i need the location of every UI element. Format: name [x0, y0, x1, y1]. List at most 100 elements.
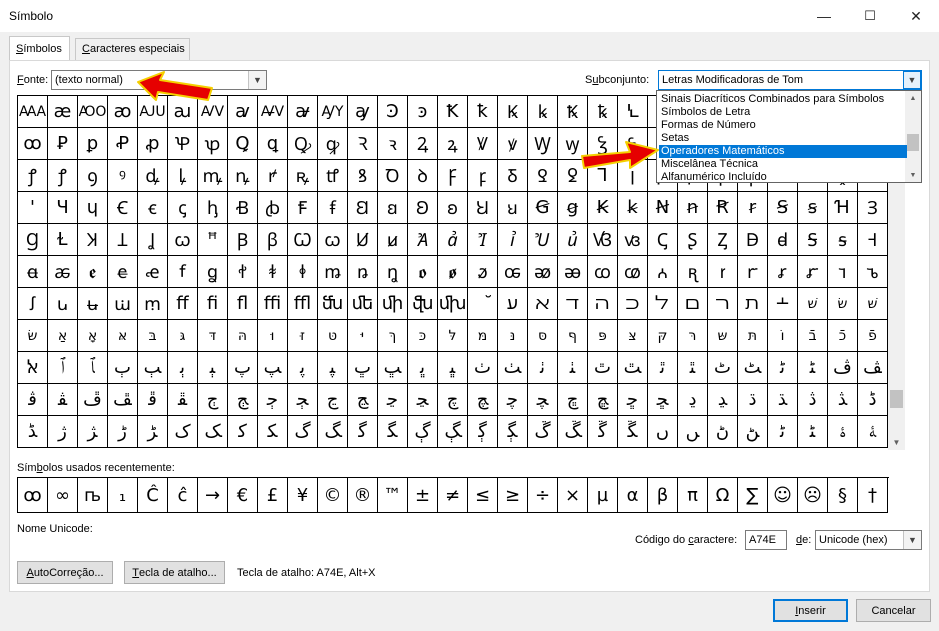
symbol-cell[interactable]: ꝷ: [318, 160, 348, 192]
symbol-cell[interactable]: Ꟃ: [588, 224, 618, 256]
symbol-cell[interactable]: ꝛ: [378, 128, 408, 160]
symbol-cell[interactable]: Ꞩ: [768, 192, 798, 224]
symbol-cell[interactable]: ﭒ: [108, 352, 138, 384]
symbol-cell[interactable]: ﭯ: [108, 384, 138, 416]
symbol-cell[interactable]: ﭚ: [348, 352, 378, 384]
symbol-cell[interactable]: ﮐ: [228, 416, 258, 448]
symbol-cell[interactable]: מּ: [468, 320, 498, 352]
symbol-cell[interactable]: צּ: [618, 320, 648, 352]
symbol-cell[interactable]: ﭦ: [708, 352, 738, 384]
symbol-cell[interactable]: ꞓ: [138, 192, 168, 224]
symbol-cell[interactable]: בֿ: [798, 320, 828, 352]
recent-symbol-cell[interactable]: π: [678, 478, 708, 513]
subset-option[interactable]: Operadores Matemáticos: [659, 145, 907, 158]
recent-symbol-cell[interactable]: £: [258, 478, 288, 513]
symbol-cell[interactable]: טּ: [318, 320, 348, 352]
symbol-cell[interactable]: פֿ: [858, 320, 888, 352]
symbol-cell[interactable]: גּ: [168, 320, 198, 352]
subset-option[interactable]: Setas: [659, 132, 907, 145]
symbol-cell[interactable]: Ꝿ: [528, 160, 558, 192]
symbol-cell[interactable]: ꟊ: [828, 224, 858, 256]
symbol-cell[interactable]: Ꞧ: [708, 192, 738, 224]
symbol-cell[interactable]: אַ: [48, 320, 78, 352]
symbol-cell[interactable]: ﭩ: [798, 352, 828, 384]
symbol-cell[interactable]: Ꞔ: [648, 224, 678, 256]
symbol-cell[interactable]: ﭡ: [558, 352, 588, 384]
symbol-cell[interactable]: ﭹ: [408, 384, 438, 416]
symbol-cell[interactable]: ꞷ: [168, 224, 198, 256]
symbol-cell[interactable]: ﬃ: [258, 288, 288, 320]
symbol-cell[interactable]: Ꞷ: [288, 224, 318, 256]
symbol-cell[interactable]: ﭬ: [18, 384, 48, 416]
symbol-cell[interactable]: ꞡ: [558, 192, 588, 224]
symbol-cell[interactable]: ꭄ: [618, 256, 648, 288]
symbol-cell[interactable]: ﬡ: [528, 288, 558, 320]
symbol-cell[interactable]: Ꝝ: [408, 128, 438, 160]
symbol-cell[interactable]: ꞥ: [678, 192, 708, 224]
recent-symbol-cell[interactable]: →: [198, 478, 228, 513]
symbol-cell[interactable]: ꞔ: [168, 192, 198, 224]
symbol-cell[interactable]: Ꜿ: [378, 96, 408, 128]
symbol-cell[interactable]: ꝸ: [348, 160, 378, 192]
symbol-cell[interactable]: ﮇ: [828, 384, 858, 416]
subset-option[interactable]: Formas de Número: [659, 119, 907, 132]
recent-symbol-cell[interactable]: ☹: [798, 478, 828, 513]
symbol-cell[interactable]: ﮚ: [528, 416, 558, 448]
symbol-cell[interactable]: ꝏ: [18, 128, 48, 160]
symbol-cell[interactable]: ꜺV: [258, 96, 288, 128]
symbol-cell[interactable]: ꞣ: [618, 192, 648, 224]
dropdown-scrollbar-thumb[interactable]: [907, 134, 919, 151]
recent-symbol-cell[interactable]: ±: [408, 478, 438, 513]
symbol-cell[interactable]: ꬶ: [198, 256, 228, 288]
symbol-cell[interactable]: ꝭ: [18, 160, 48, 192]
symbol-cell[interactable]: ﭢ: [588, 352, 618, 384]
symbol-cell[interactable]: ꟃ: [618, 224, 648, 256]
symbol-cell[interactable]: ꝱ: [138, 160, 168, 192]
recent-symbol-cell[interactable]: ÷: [528, 478, 558, 513]
symbol-cell[interactable]: ꬰ: [18, 256, 48, 288]
symbol-cell[interactable]: ꟸ: [198, 224, 228, 256]
symbol-cell[interactable]: ꞽ: [498, 224, 528, 256]
recent-symbol-cell[interactable]: ☺: [768, 478, 798, 513]
symbol-cell[interactable]: Ꞡ: [528, 192, 558, 224]
symbol-cell[interactable]: ﮆ: [798, 384, 828, 416]
chevron-down-icon[interactable]: ▼: [903, 531, 921, 549]
symbol-cell[interactable]: ﮞ: [648, 416, 678, 448]
scrollbar-thumb[interactable]: [890, 390, 903, 408]
symbol-cell[interactable]: Ꞿ: [528, 224, 558, 256]
symbol-cell[interactable]: ꜿ: [408, 96, 438, 128]
from-select[interactable]: Unicode (hex) ▼: [815, 530, 922, 550]
recent-symbol-cell[interactable]: ≠: [438, 478, 468, 513]
symbol-cell[interactable]: ﮒ: [288, 416, 318, 448]
symbol-cell[interactable]: Ɥ: [48, 192, 78, 224]
recent-symbol-cell[interactable]: ĉ: [168, 478, 198, 513]
symbol-cell[interactable]: סּ: [528, 320, 558, 352]
symbol-cell[interactable]: ﭐ: [48, 352, 78, 384]
symbol-cell[interactable]: ꜽ: [348, 96, 378, 128]
symbol-cell[interactable]: קּ: [648, 320, 678, 352]
symbol-cell[interactable]: Ꝟ: [468, 128, 498, 160]
symbol-cell[interactable]: ﬣ: [588, 288, 618, 320]
symbol-cell[interactable]: Ꝃ: [498, 96, 528, 128]
symbol-cell[interactable]: ꬴ: [138, 256, 168, 288]
symbol-cell[interactable]: ﭶ: [318, 384, 348, 416]
symbol-cell[interactable]: ꬿ: [468, 256, 498, 288]
symbol-cell[interactable]: ﬢ: [558, 288, 588, 320]
symbol-cell[interactable]: Ᶎ: [708, 224, 738, 256]
symbol-cell[interactable]: ﮡ: [738, 416, 768, 448]
symbol-cell[interactable]: ﭷ: [348, 384, 378, 416]
symbol-cell[interactable]: ﭣ: [618, 352, 648, 384]
char-code-input[interactable]: A74E: [745, 530, 787, 550]
symbol-cell[interactable]: ﮁ: [648, 384, 678, 416]
symbol-cell[interactable]: ﬔ: [348, 288, 378, 320]
symbol-cell[interactable]: ꞹ: [378, 224, 408, 256]
symbol-cell[interactable]: Ꟶ: [858, 224, 888, 256]
symbol-cell[interactable]: ﭪ: [828, 352, 858, 384]
symbol-cell[interactable]: ﮛ: [558, 416, 588, 448]
symbol-cell[interactable]: ꬺ: [318, 256, 348, 288]
symbol-cell[interactable]: Ꞥ: [648, 192, 678, 224]
symbol-cell[interactable]: ﮌ: [108, 416, 138, 448]
symbol-cell[interactable]: שּׂ: [18, 320, 48, 352]
symbol-cell[interactable]: ﬀ: [168, 288, 198, 320]
symbol-cell[interactable]: Ꝙ: [288, 128, 318, 160]
